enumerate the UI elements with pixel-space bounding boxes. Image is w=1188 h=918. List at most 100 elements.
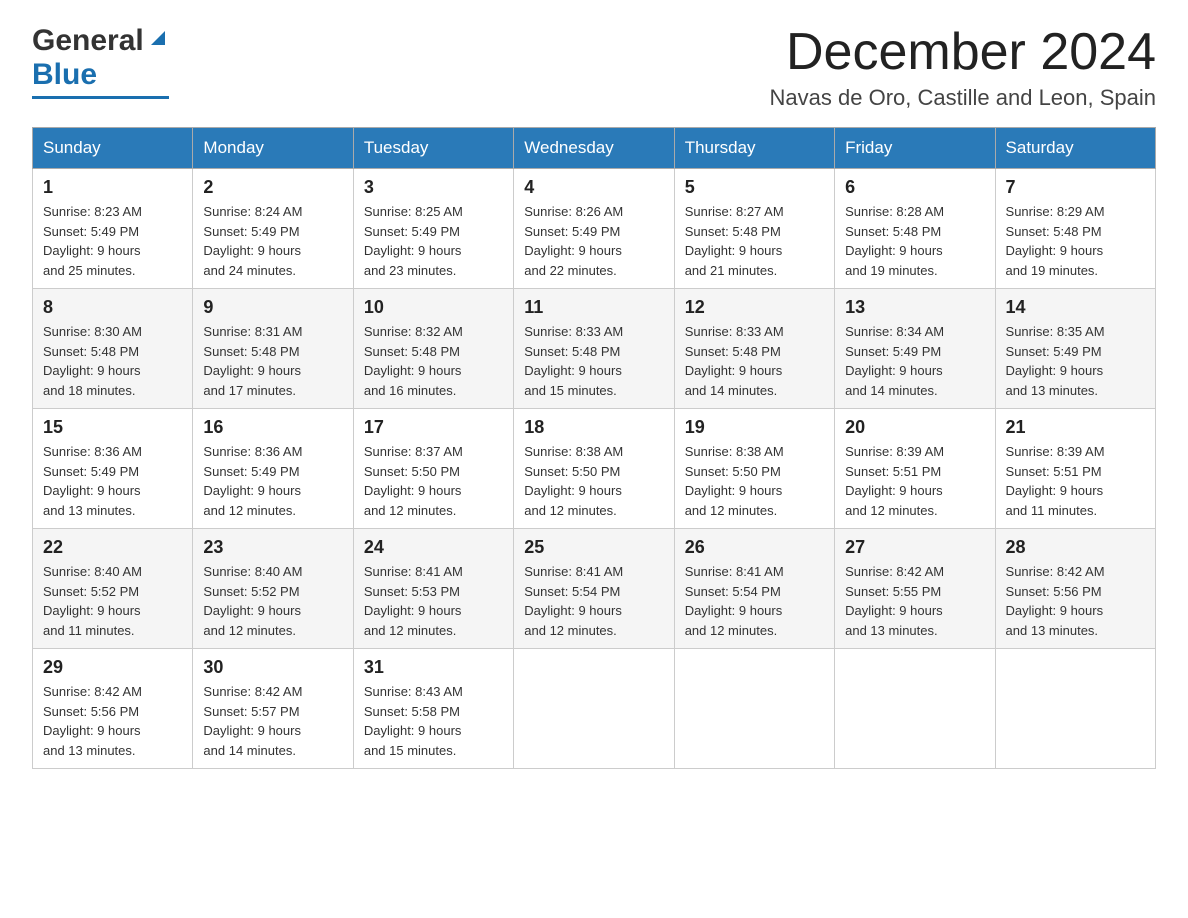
- day-info: Sunrise: 8:41 AM Sunset: 5:54 PM Dayligh…: [685, 562, 824, 640]
- day-number: 16: [203, 417, 342, 438]
- day-info: Sunrise: 8:41 AM Sunset: 5:54 PM Dayligh…: [524, 562, 663, 640]
- day-info: Sunrise: 8:36 AM Sunset: 5:49 PM Dayligh…: [203, 442, 342, 520]
- day-number: 23: [203, 537, 342, 558]
- calendar-table: Sunday Monday Tuesday Wednesday Thursday…: [32, 127, 1156, 769]
- day-number: 29: [43, 657, 182, 678]
- header-thursday: Thursday: [674, 128, 834, 169]
- month-title: December 2024: [770, 24, 1156, 81]
- table-row: 24 Sunrise: 8:41 AM Sunset: 5:53 PM Dayl…: [353, 529, 513, 649]
- table-row: 23 Sunrise: 8:40 AM Sunset: 5:52 PM Dayl…: [193, 529, 353, 649]
- day-info: Sunrise: 8:37 AM Sunset: 5:50 PM Dayligh…: [364, 442, 503, 520]
- table-row: 26 Sunrise: 8:41 AM Sunset: 5:54 PM Dayl…: [674, 529, 834, 649]
- page-header: General Blue December 2024 Navas de Oro,…: [32, 24, 1156, 111]
- day-number: 21: [1006, 417, 1145, 438]
- day-number: 7: [1006, 177, 1145, 198]
- table-row: 5 Sunrise: 8:27 AM Sunset: 5:48 PM Dayli…: [674, 169, 834, 289]
- table-row: 12 Sunrise: 8:33 AM Sunset: 5:48 PM Dayl…: [674, 289, 834, 409]
- day-number: 1: [43, 177, 182, 198]
- table-row: 17 Sunrise: 8:37 AM Sunset: 5:50 PM Dayl…: [353, 409, 513, 529]
- header-saturday: Saturday: [995, 128, 1155, 169]
- table-row: 18 Sunrise: 8:38 AM Sunset: 5:50 PM Dayl…: [514, 409, 674, 529]
- day-info: Sunrise: 8:42 AM Sunset: 5:56 PM Dayligh…: [43, 682, 182, 760]
- table-row: 8 Sunrise: 8:30 AM Sunset: 5:48 PM Dayli…: [33, 289, 193, 409]
- table-row: 7 Sunrise: 8:29 AM Sunset: 5:48 PM Dayli…: [995, 169, 1155, 289]
- day-info: Sunrise: 8:39 AM Sunset: 5:51 PM Dayligh…: [845, 442, 984, 520]
- day-info: Sunrise: 8:40 AM Sunset: 5:52 PM Dayligh…: [203, 562, 342, 640]
- title-block: December 2024 Navas de Oro, Castille and…: [770, 24, 1156, 111]
- table-row: [514, 649, 674, 769]
- calendar-week-row: 29 Sunrise: 8:42 AM Sunset: 5:56 PM Dayl…: [33, 649, 1156, 769]
- day-number: 28: [1006, 537, 1145, 558]
- day-info: Sunrise: 8:41 AM Sunset: 5:53 PM Dayligh…: [364, 562, 503, 640]
- table-row: 2 Sunrise: 8:24 AM Sunset: 5:49 PM Dayli…: [193, 169, 353, 289]
- logo: General Blue: [32, 24, 169, 99]
- day-info: Sunrise: 8:38 AM Sunset: 5:50 PM Dayligh…: [524, 442, 663, 520]
- calendar-week-row: 22 Sunrise: 8:40 AM Sunset: 5:52 PM Dayl…: [33, 529, 1156, 649]
- day-info: Sunrise: 8:29 AM Sunset: 5:48 PM Dayligh…: [1006, 202, 1145, 280]
- table-row: [995, 649, 1155, 769]
- table-row: 15 Sunrise: 8:36 AM Sunset: 5:49 PM Dayl…: [33, 409, 193, 529]
- logo-triangle-icon: [147, 27, 169, 54]
- table-row: 11 Sunrise: 8:33 AM Sunset: 5:48 PM Dayl…: [514, 289, 674, 409]
- day-number: 19: [685, 417, 824, 438]
- day-number: 4: [524, 177, 663, 198]
- day-number: 9: [203, 297, 342, 318]
- day-info: Sunrise: 8:31 AM Sunset: 5:48 PM Dayligh…: [203, 322, 342, 400]
- day-number: 17: [364, 417, 503, 438]
- header-sunday: Sunday: [33, 128, 193, 169]
- table-row: [835, 649, 995, 769]
- day-info: Sunrise: 8:43 AM Sunset: 5:58 PM Dayligh…: [364, 682, 503, 760]
- day-info: Sunrise: 8:25 AM Sunset: 5:49 PM Dayligh…: [364, 202, 503, 280]
- calendar-week-row: 15 Sunrise: 8:36 AM Sunset: 5:49 PM Dayl…: [33, 409, 1156, 529]
- location-title: Navas de Oro, Castille and Leon, Spain: [770, 85, 1156, 111]
- day-info: Sunrise: 8:30 AM Sunset: 5:48 PM Dayligh…: [43, 322, 182, 400]
- day-number: 13: [845, 297, 984, 318]
- table-row: 9 Sunrise: 8:31 AM Sunset: 5:48 PM Dayli…: [193, 289, 353, 409]
- day-info: Sunrise: 8:27 AM Sunset: 5:48 PM Dayligh…: [685, 202, 824, 280]
- header-monday: Monday: [193, 128, 353, 169]
- day-info: Sunrise: 8:35 AM Sunset: 5:49 PM Dayligh…: [1006, 322, 1145, 400]
- day-info: Sunrise: 8:23 AM Sunset: 5:49 PM Dayligh…: [43, 202, 182, 280]
- day-info: Sunrise: 8:40 AM Sunset: 5:52 PM Dayligh…: [43, 562, 182, 640]
- day-number: 14: [1006, 297, 1145, 318]
- day-number: 12: [685, 297, 824, 318]
- table-row: 19 Sunrise: 8:38 AM Sunset: 5:50 PM Dayl…: [674, 409, 834, 529]
- day-info: Sunrise: 8:42 AM Sunset: 5:57 PM Dayligh…: [203, 682, 342, 760]
- day-number: 5: [685, 177, 824, 198]
- header-wednesday: Wednesday: [514, 128, 674, 169]
- header-friday: Friday: [835, 128, 995, 169]
- day-info: Sunrise: 8:28 AM Sunset: 5:48 PM Dayligh…: [845, 202, 984, 280]
- table-row: 25 Sunrise: 8:41 AM Sunset: 5:54 PM Dayl…: [514, 529, 674, 649]
- day-number: 30: [203, 657, 342, 678]
- day-info: Sunrise: 8:42 AM Sunset: 5:55 PM Dayligh…: [845, 562, 984, 640]
- day-info: Sunrise: 8:32 AM Sunset: 5:48 PM Dayligh…: [364, 322, 503, 400]
- table-row: 16 Sunrise: 8:36 AM Sunset: 5:49 PM Dayl…: [193, 409, 353, 529]
- table-row: 29 Sunrise: 8:42 AM Sunset: 5:56 PM Dayl…: [33, 649, 193, 769]
- table-row: 27 Sunrise: 8:42 AM Sunset: 5:55 PM Dayl…: [835, 529, 995, 649]
- day-number: 6: [845, 177, 984, 198]
- logo-general-text: General: [32, 24, 144, 58]
- day-number: 26: [685, 537, 824, 558]
- logo-blue-text: Blue: [32, 58, 97, 91]
- table-row: 22 Sunrise: 8:40 AM Sunset: 5:52 PM Dayl…: [33, 529, 193, 649]
- day-number: 10: [364, 297, 503, 318]
- day-number: 11: [524, 297, 663, 318]
- day-number: 22: [43, 537, 182, 558]
- table-row: 30 Sunrise: 8:42 AM Sunset: 5:57 PM Dayl…: [193, 649, 353, 769]
- table-row: 10 Sunrise: 8:32 AM Sunset: 5:48 PM Dayl…: [353, 289, 513, 409]
- day-info: Sunrise: 8:38 AM Sunset: 5:50 PM Dayligh…: [685, 442, 824, 520]
- calendar-week-row: 1 Sunrise: 8:23 AM Sunset: 5:49 PM Dayli…: [33, 169, 1156, 289]
- table-row: 4 Sunrise: 8:26 AM Sunset: 5:49 PM Dayli…: [514, 169, 674, 289]
- day-number: 2: [203, 177, 342, 198]
- table-row: 20 Sunrise: 8:39 AM Sunset: 5:51 PM Dayl…: [835, 409, 995, 529]
- day-info: Sunrise: 8:34 AM Sunset: 5:49 PM Dayligh…: [845, 322, 984, 400]
- day-info: Sunrise: 8:39 AM Sunset: 5:51 PM Dayligh…: [1006, 442, 1145, 520]
- header-tuesday: Tuesday: [353, 128, 513, 169]
- table-row: 3 Sunrise: 8:25 AM Sunset: 5:49 PM Dayli…: [353, 169, 513, 289]
- day-number: 18: [524, 417, 663, 438]
- day-number: 31: [364, 657, 503, 678]
- table-row: 6 Sunrise: 8:28 AM Sunset: 5:48 PM Dayli…: [835, 169, 995, 289]
- day-number: 24: [364, 537, 503, 558]
- table-row: 1 Sunrise: 8:23 AM Sunset: 5:49 PM Dayli…: [33, 169, 193, 289]
- day-number: 20: [845, 417, 984, 438]
